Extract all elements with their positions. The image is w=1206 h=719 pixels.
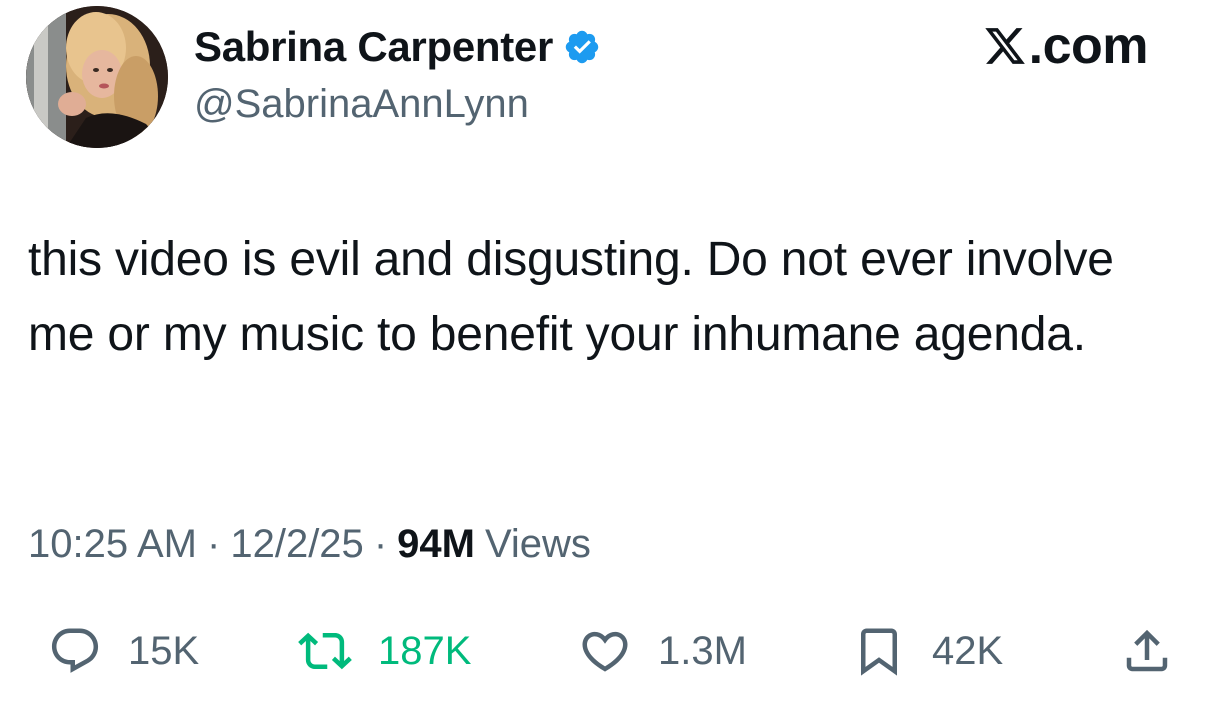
reply-button[interactable]: 15K bbox=[48, 616, 199, 686]
tweet-meta: 10:25 AM · 12/2/25 · 94M Views bbox=[28, 522, 591, 567]
reply-icon bbox=[51, 628, 99, 673]
views-label: Views bbox=[484, 522, 591, 566]
x-logo-icon bbox=[984, 28, 1025, 64]
bookmark-icon bbox=[861, 628, 897, 676]
like-button[interactable]: 1.3M bbox=[578, 616, 747, 686]
tweet-text: this video is evil and disgusting. Do no… bbox=[28, 233, 1114, 361]
heart-icon bbox=[582, 631, 628, 672]
author-handle[interactable]: @SabrinaAnnLynn bbox=[194, 82, 529, 127]
views-count: 94M bbox=[397, 522, 475, 566]
repost-icon bbox=[298, 632, 352, 670]
tweet-date[interactable]: 12/2/25 bbox=[230, 522, 363, 567]
share-button[interactable] bbox=[1120, 616, 1174, 686]
repost-count: 187K bbox=[378, 628, 472, 673]
avatar[interactable] bbox=[26, 6, 168, 148]
reply-count: 15K bbox=[128, 628, 200, 673]
share-icon bbox=[1126, 629, 1168, 672]
brand-domain-text: .com bbox=[1028, 17, 1149, 75]
author-name-row: Sabrina Carpenter bbox=[194, 20, 601, 74]
meta-separator: · bbox=[373, 522, 388, 566]
like-count: 1.3M bbox=[658, 628, 747, 673]
author-display-name[interactable]: Sabrina Carpenter bbox=[194, 23, 553, 71]
tweet-time[interactable]: 10:25 AM bbox=[28, 522, 197, 567]
meta-separator: · bbox=[207, 522, 221, 566]
brand-logo: .com bbox=[983, 16, 1149, 76]
bookmark-button[interactable]: 42K bbox=[852, 616, 1003, 686]
profile-photo bbox=[26, 6, 168, 148]
verified-badge-icon[interactable] bbox=[563, 28, 601, 66]
repost-button[interactable]: 187K bbox=[298, 616, 471, 686]
bookmark-count: 42K bbox=[932, 628, 1004, 673]
action-bar: 15K 187K 1.3M 42K bbox=[0, 616, 1206, 686]
